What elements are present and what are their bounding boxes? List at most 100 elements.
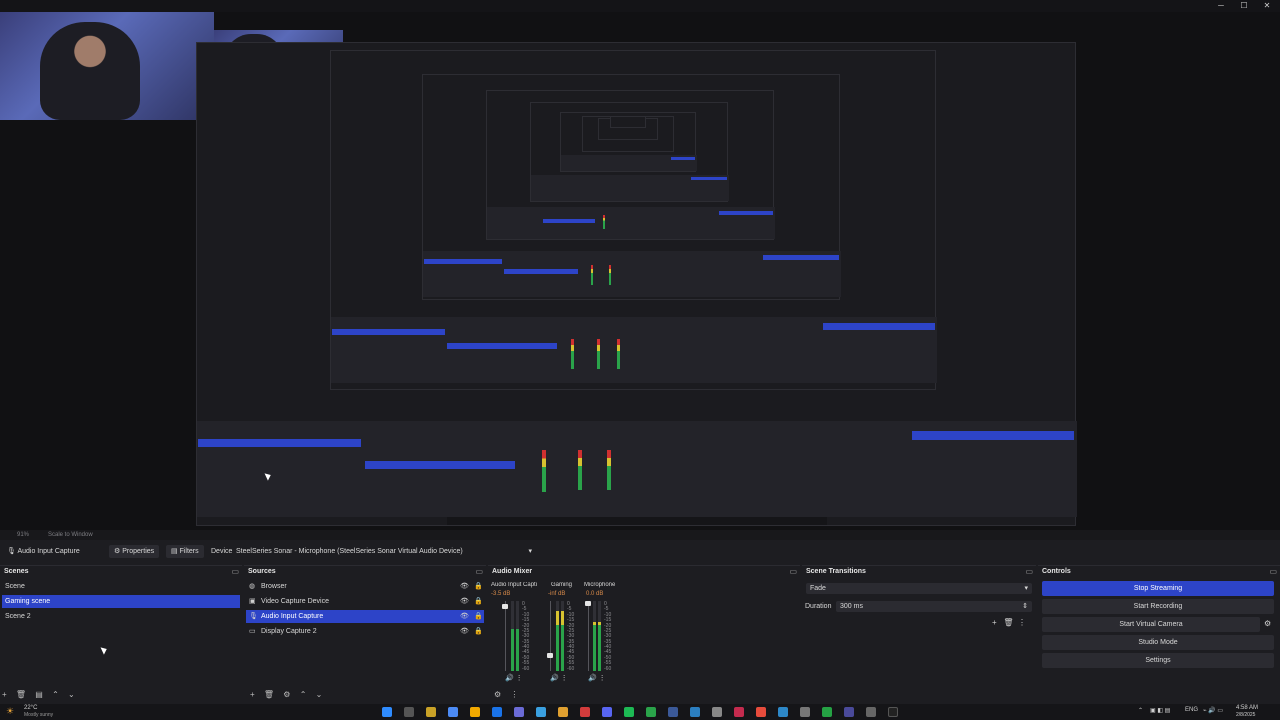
more-icon[interactable]: ⋮ [516, 675, 523, 682]
scene-item-selected[interactable]: Gaming scene [2, 595, 240, 608]
speaker-icon[interactable]: 🔊 [505, 675, 514, 682]
app-icon[interactable] [536, 707, 546, 717]
start-icon[interactable] [382, 707, 392, 717]
settings-icon[interactable] [712, 707, 722, 717]
close-button[interactable]: ✕ [1256, 0, 1278, 12]
speaker-icon[interactable]: 🔊 [588, 675, 597, 682]
folder-icon[interactable] [426, 707, 436, 717]
lock-icon[interactable]: 🔒 [474, 610, 483, 623]
app-icon[interactable] [800, 707, 810, 717]
undock-icon[interactable]: ▭ [789, 567, 797, 576]
stop-streaming-button[interactable]: Stop Streaming [1042, 581, 1274, 596]
gear-icon[interactable]: ⚙ [494, 690, 501, 699]
chevron-down-icon: ▾ [528, 548, 532, 555]
app-icon[interactable] [668, 707, 678, 717]
move-up-icon[interactable]: ⌃ [52, 690, 59, 699]
undock-icon[interactable]: ▭ [1025, 567, 1033, 576]
app-icon[interactable] [888, 707, 898, 717]
lock-icon[interactable]: 🔒 [474, 625, 483, 638]
chrome-icon[interactable] [448, 707, 458, 717]
settings-button[interactable]: Settings [1042, 653, 1274, 668]
app-icon[interactable] [734, 707, 744, 717]
device-select[interactable]: SteelSeries Sonar - Microphone (SteelSer… [236, 545, 536, 558]
clock-date[interactable]: 2/8/2025 [1236, 712, 1255, 718]
xbox-icon[interactable] [646, 707, 656, 717]
undock-icon[interactable]: ▭ [475, 567, 483, 576]
speaker-icon[interactable]: 🔊 [550, 675, 559, 682]
spotify-icon[interactable] [624, 707, 634, 717]
brave-icon[interactable] [580, 707, 590, 717]
preview-canvas[interactable] [0, 12, 1280, 530]
fader-knob[interactable] [585, 601, 591, 606]
language-indicator[interactable]: ENG [1185, 707, 1198, 713]
add-icon[interactable]: + [250, 690, 255, 699]
search-icon[interactable] [404, 707, 414, 717]
filters-button[interactable]: ▤ Filters [166, 545, 204, 558]
eye-icon[interactable]: 👁 [460, 580, 469, 593]
more-icon[interactable]: ⋮ [561, 675, 568, 682]
eye-icon[interactable]: 👁 [460, 595, 469, 608]
app-icon[interactable] [866, 707, 876, 717]
minimize-button[interactable]: ─ [1210, 0, 1232, 12]
fader-knob[interactable] [547, 653, 553, 658]
clock-time[interactable]: 4:58 AM [1236, 705, 1258, 711]
source-item[interactable]: ◍ Browser 👁 🔒 [246, 580, 484, 593]
tray-expand-icon[interactable]: ⌃ [1138, 707, 1143, 714]
meter-tick: -45 [522, 649, 530, 656]
undock-icon[interactable]: ▭ [1269, 567, 1277, 576]
app-icon[interactable] [558, 707, 568, 717]
more-icon[interactable]: ⋮ [599, 675, 606, 682]
source-item-selected[interactable]: 🎙 Audio Input Capture 👁 🔒 [246, 610, 484, 623]
gear-icon[interactable]: ⚙ [283, 690, 290, 699]
trash-icon[interactable]: 🗑 [264, 690, 274, 699]
more-icon[interactable]: ⋮ [510, 690, 518, 699]
network-volume-icons[interactable]: ⌁ 🔊 ▭ [1203, 707, 1223, 714]
weather-temp[interactable]: 22°C [24, 705, 37, 711]
scene-item[interactable]: Scene 2 [2, 610, 240, 623]
edge-icon[interactable] [492, 707, 502, 717]
transition-select[interactable]: Fade ▾ [806, 583, 1032, 594]
lock-icon[interactable]: 🔒 [474, 595, 483, 608]
volume-fader[interactable] [502, 601, 508, 671]
stepper-icon[interactable]: ⇕ [1022, 601, 1028, 612]
move-down-icon[interactable]: ⌄ [316, 690, 323, 699]
eye-icon[interactable]: 👁 [460, 625, 469, 638]
volume-fader[interactable] [585, 601, 591, 671]
scale-mode[interactable]: Scale to Window [48, 532, 93, 538]
virtual-camera-settings-icon[interactable]: ⚙ [1264, 619, 1271, 628]
lock-icon[interactable]: 🔒 [474, 580, 483, 593]
start-virtual-camera-button[interactable]: Start Virtual Camera [1042, 617, 1260, 632]
discord-icon[interactable] [602, 707, 612, 717]
steam-icon[interactable] [690, 707, 700, 717]
move-down-icon[interactable]: ⌄ [68, 690, 75, 699]
studio-mode-button[interactable]: Studio Mode [1042, 635, 1274, 650]
source-item[interactable]: ▣ Video Capture Device 👁 🔒 [246, 595, 484, 608]
volume-fader[interactable] [547, 601, 553, 671]
source-item[interactable]: ▭ Display Capture 2 👁 🔒 [246, 625, 484, 638]
eye-icon[interactable]: 👁 [460, 610, 469, 623]
telegram-icon[interactable] [778, 707, 788, 717]
zoom-level[interactable]: 91% [17, 532, 29, 538]
duration-input[interactable]: 300 ms ⇕ [836, 601, 1032, 612]
scene-item[interactable]: Scene [2, 580, 240, 593]
undock-icon[interactable]: ▭ [231, 567, 239, 576]
filter-icon[interactable]: ▤ [35, 690, 43, 699]
add-icon[interactable]: + [2, 690, 7, 699]
app-icon[interactable] [514, 707, 524, 717]
move-up-icon[interactable]: ⌃ [300, 690, 307, 699]
app-icon[interactable] [756, 707, 766, 717]
maximize-button[interactable]: ☐ [1233, 0, 1255, 12]
properties-button[interactable]: ⚙ Properties [109, 545, 160, 558]
weather-desc[interactable]: Mostly sunny [24, 712, 53, 718]
fader-knob[interactable] [502, 604, 508, 609]
trash-icon[interactable]: 🗑 [1003, 618, 1013, 627]
more-icon[interactable]: ⋮ [1018, 618, 1026, 627]
app-icon[interactable] [470, 707, 480, 717]
trash-icon[interactable]: 🗑 [16, 690, 26, 699]
tray-icons[interactable]: ▣ ◧ ▤ [1150, 707, 1170, 714]
start-recording-button[interactable]: Start Recording [1042, 599, 1274, 614]
add-icon[interactable]: + [992, 618, 997, 627]
obs-icon[interactable] [844, 707, 854, 717]
whatsapp-icon[interactable] [822, 707, 832, 717]
meter-tick: -30 [522, 633, 530, 640]
